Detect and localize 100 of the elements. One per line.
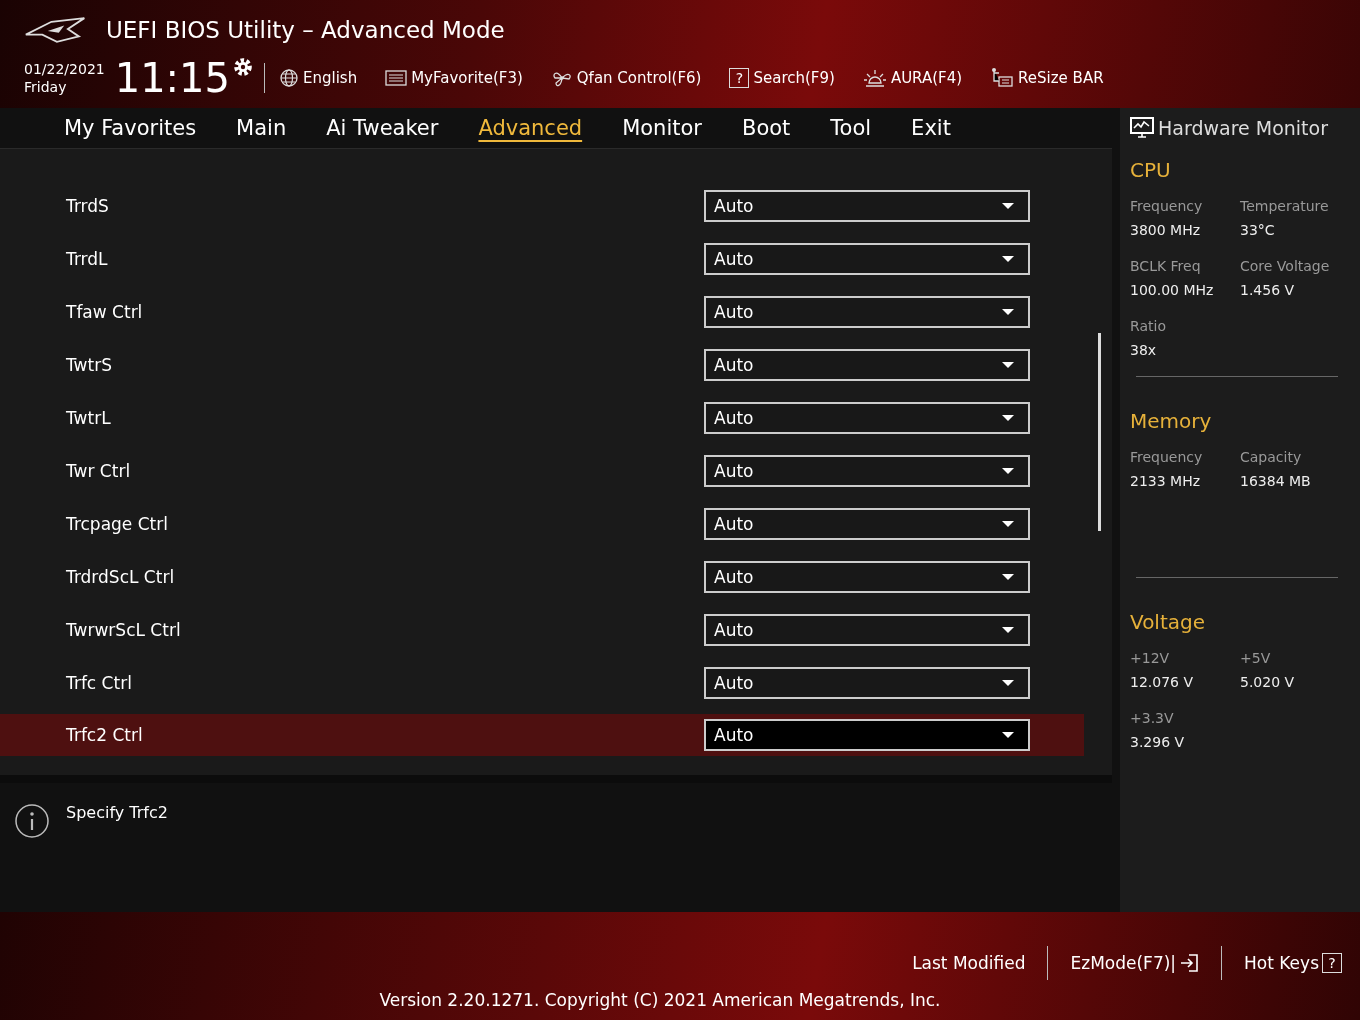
sensor-value: 16384 MB (1240, 473, 1312, 489)
day-text: Friday (24, 78, 68, 96)
setting-label: TrrdS (66, 195, 109, 216)
caret-icon (1002, 626, 1014, 633)
description-text: Specify Trfc2 (66, 803, 168, 822)
window-title: UEFI BIOS Utility – Advanced Mode (106, 17, 505, 43)
menu-tab[interactable]: My Favorites (44, 108, 217, 148)
caret-icon (1002, 255, 1014, 262)
dropdown-field[interactable]: Auto (704, 401, 1030, 434)
caret-icon (1002, 732, 1014, 738)
sensor-value: 5.020 V (1240, 674, 1296, 690)
setting-label: TwtrS (66, 354, 112, 375)
footer-button[interactable]: Hot Keys ? (1244, 953, 1342, 973)
toolbar-button[interactable]: English (279, 68, 358, 88)
sensor-label: Frequency (1130, 449, 1204, 465)
setting-label: Trcpage Ctrl (66, 513, 168, 534)
toolbar-button[interactable]: Qfan Control(F6) (550, 67, 702, 89)
sensor-label: +5V (1240, 650, 1272, 666)
toolbar-button[interactable]: AURA(F4) (862, 67, 963, 89)
menu-tab[interactable]: Ai Tweaker (306, 108, 459, 148)
caret-icon (1002, 308, 1014, 315)
section-title: CPU (1130, 158, 1172, 182)
sensor-value: 33°C (1240, 222, 1276, 238)
menu-tab[interactable]: Boot (721, 108, 811, 148)
sensor-value: 1.456 V (1240, 282, 1296, 298)
menu-tab[interactable]: Tool (810, 108, 892, 148)
setting-label: TwrwrScL Ctrl (66, 619, 181, 640)
dropdown-field[interactable]: Auto (704, 242, 1030, 275)
panel-title: Hardware Monitor (1158, 117, 1328, 139)
settings-icon[interactable] (232, 56, 254, 78)
setting-row[interactable]: TwtrL Auto (0, 391, 1084, 444)
sensor-label: +12V (1130, 650, 1171, 666)
sensor-value: 3800 MHz (1130, 222, 1202, 238)
caret-icon (1002, 414, 1014, 421)
caret-icon (1002, 679, 1014, 686)
menu-tab[interactable]: Main (216, 108, 307, 148)
dropdown-field[interactable]: Auto (704, 295, 1030, 328)
dropdown-field[interactable]: Auto (704, 560, 1030, 593)
setting-label: Tfaw Ctrl (66, 301, 143, 322)
exit-arrow-icon (1179, 953, 1200, 973)
list-icon (385, 69, 408, 87)
version-text: Version 2.20.1271. Copyright (C) 2021 American Megatrends, Inc. (379, 990, 941, 1010)
dropdown-field[interactable]: Auto (704, 719, 1030, 751)
info-icon (14, 803, 50, 839)
dropdown-field[interactable]: Auto (704, 454, 1030, 487)
chip-icon (990, 67, 1015, 89)
setting-label: Trfc2 Ctrl (66, 725, 143, 745)
sensor-value: 100.00 MHz (1130, 282, 1215, 298)
section-title: Memory (1130, 409, 1213, 433)
setting-row[interactable]: Twr Ctrl Auto (0, 444, 1084, 497)
sensor-value: 38x (1130, 342, 1158, 358)
toolbar-button[interactable]: ReSize BAR (990, 67, 1104, 89)
eye-logo-icon (24, 16, 88, 44)
setting-label: Twr Ctrl (66, 460, 131, 481)
sensor-value: 2133 MHz (1130, 473, 1202, 489)
toolbar-button[interactable]: MyFavorite(F3) (385, 69, 523, 87)
setting-label: TwtrL (66, 407, 111, 428)
caret-icon (1002, 361, 1014, 368)
caret-icon (1002, 573, 1014, 580)
dropdown-field[interactable]: Auto (704, 613, 1030, 646)
menu-tab[interactable]: Monitor (602, 108, 722, 148)
setting-row[interactable]: TrrdS Auto (0, 179, 1084, 232)
setting-row[interactable]: TrrdL Auto (0, 232, 1084, 285)
dropdown-field[interactable]: Auto (704, 666, 1030, 699)
help-icon: ? (1322, 953, 1342, 973)
globe-icon (279, 68, 299, 88)
scrollbar[interactable] (1098, 333, 1101, 531)
dropdown-field[interactable]: Auto (704, 507, 1030, 540)
setting-label: TrdrdScL Ctrl (66, 566, 175, 587)
menu-tab[interactable]: Exit (891, 108, 971, 148)
section-title: Voltage (1130, 610, 1207, 634)
sensor-label: Ratio (1130, 318, 1167, 334)
setting-row[interactable]: TwrwrScL Ctrl Auto (0, 603, 1084, 656)
sensor-label: Core Voltage (1240, 258, 1331, 274)
setting-label: TrrdL (66, 248, 108, 269)
sensor-value: 12.076 V (1130, 674, 1194, 690)
setting-row[interactable]: Trfc2 Ctrl Auto (0, 714, 1084, 756)
sensor-value: 3.296 V (1130, 734, 1186, 750)
sensor-label: +3.3V (1130, 710, 1175, 726)
setting-row[interactable]: Trcpage Ctrl Auto (0, 497, 1084, 550)
setting-label: Trfc Ctrl (66, 672, 132, 693)
clock-time: 11:15 (114, 56, 230, 100)
monitor-icon (1130, 117, 1154, 139)
sensor-label: Frequency (1130, 198, 1204, 214)
help-icon: ? (729, 68, 750, 88)
toolbar-button[interactable]: ? Search(F9) (729, 68, 835, 88)
setting-row[interactable]: Trfc Ctrl Auto (0, 656, 1084, 709)
caret-icon (1002, 520, 1014, 527)
dropdown-field[interactable]: Auto (704, 189, 1030, 222)
lamp-icon (862, 67, 887, 89)
caret-icon (1002, 467, 1014, 474)
footer-button[interactable]: EzMode(F7)| (1070, 953, 1200, 973)
setting-row[interactable]: Tfaw Ctrl Auto (0, 285, 1084, 338)
footer-button[interactable]: Last Modified (912, 953, 1026, 973)
setting-row[interactable]: TwtrS Auto (0, 338, 1084, 391)
sensor-label: Temperature (1240, 198, 1330, 214)
setting-row[interactable]: TrdrdScL Ctrl Auto (0, 550, 1084, 603)
menu-tab[interactable]: Advanced (458, 108, 603, 148)
dropdown-field[interactable]: Auto (704, 348, 1030, 381)
caret-icon (1002, 202, 1014, 209)
